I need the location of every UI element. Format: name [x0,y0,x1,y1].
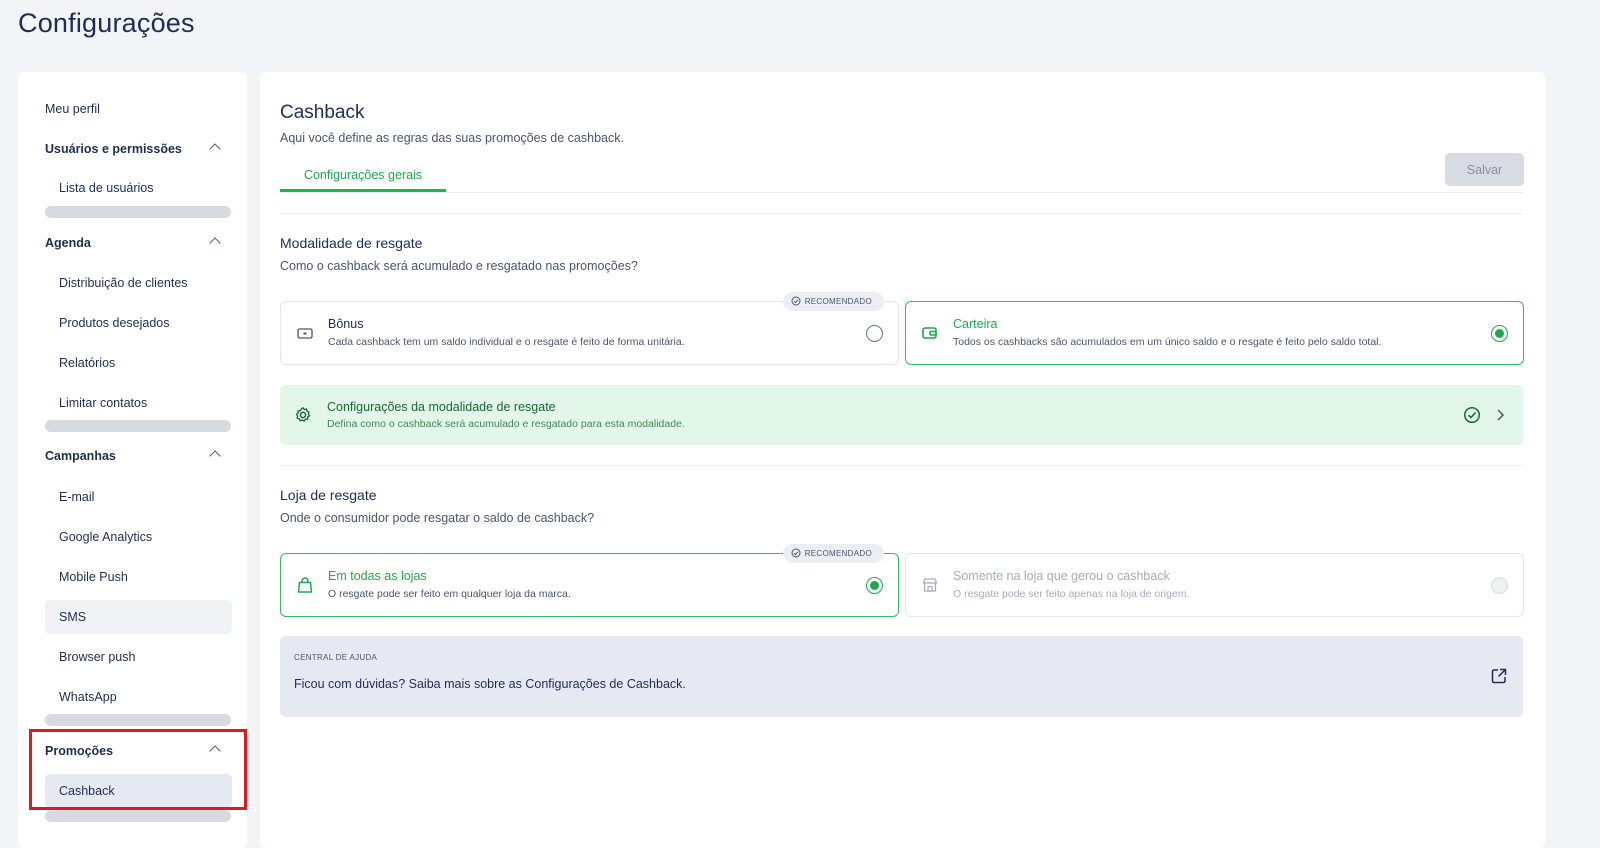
tab-divider [280,192,1523,193]
option-wallet[interactable]: Carteira Todos os cashbacks são acumulad… [905,301,1524,365]
sidebar-item-google-analytics[interactable]: Google Analytics [45,520,232,554]
sidebar-item-mobile-push[interactable]: Mobile Push [45,560,232,594]
check-circle-icon [1463,406,1481,424]
cashback-settings-panel: Cashback Aqui você define as regras das … [260,72,1545,848]
redemption-mode-title: Modalidade de resgate [280,235,423,251]
sidebar-group-agenda[interactable]: Agenda [45,236,221,250]
sidebar-item-profile[interactable]: Meu perfil [45,102,100,116]
sidebar-item-limit-contacts[interactable]: Limitar contatos [45,386,232,420]
option-bonus[interactable]: Bônus Cada cashback tem um saldo individ… [280,292,899,365]
sidebar-item-user-list[interactable]: Lista de usuários [45,171,232,205]
redemption-mode-subtitle: Como o cashback será acumulado e resgata… [280,259,638,273]
config-title: Configurações da modalidade de resgate [327,400,556,414]
radio-bonus[interactable] [866,325,883,342]
chevron-right-icon[interactable] [1495,408,1505,422]
sidebar-item-sms[interactable]: SMS [45,600,232,634]
option-title: Em todas as lojas [328,569,427,583]
sidebar-item-wanted-products[interactable]: Produtos desejados [45,306,232,340]
option-origin-store[interactable]: Somente na loja que gerou o cashback O r… [905,553,1524,617]
badge-label: RECOMENDADO [804,549,872,558]
option-description: O resgate pode ser feito em qualquer loj… [328,588,571,600]
tab-general-settings[interactable]: Configurações gerais [280,162,446,192]
sidebar-item-browser-push[interactable]: Browser push [45,640,232,674]
option-title: Bônus [328,317,364,331]
check-circle-icon [791,548,801,558]
chevron-up-icon [209,143,221,155]
sidebar-group-label: Campanhas [45,449,116,463]
help-text: Ficou com dúvidas? Saiba mais sobre as C… [294,677,686,691]
section-subtitle: Aqui você define as regras das suas prom… [280,131,624,145]
section-title: Cashback [280,102,365,123]
radio-all-stores[interactable] [866,577,883,594]
help-center-card[interactable]: CENTRAL DE AJUDA Ficou com dúvidas? Saib… [280,636,1523,717]
shopping-bag-icon [297,577,313,593]
page-title: Configurações [18,8,195,38]
option-description: Cada cashback tem um saldo individual e … [328,336,685,348]
scrollbar[interactable] [45,420,231,432]
gear-icon [295,407,311,422]
store-icon [922,578,938,592]
wallet-icon [922,327,937,339]
option-description: O resgate pode ser feito apenas na loja … [953,588,1190,600]
redemption-mode-config[interactable]: Configurações da modalidade de resgate D… [280,385,1523,445]
divider [280,213,1523,214]
redemption-store-title: Loja de resgate [280,487,377,503]
annotation-highlight-box [29,729,247,810]
chevron-up-icon [209,450,221,462]
sidebar-item-reports[interactable]: Relatórios [45,346,232,380]
option-all-stores[interactable]: Em todas as lojas O resgate pode ser fei… [280,544,899,617]
sidebar-group-label: Agenda [45,236,91,250]
badge-label: RECOMENDADO [804,297,872,306]
option-description: Todos os cashbacks são acumulados em um … [953,336,1382,348]
sidebar-item-whatsapp[interactable]: WhatsApp [45,680,232,714]
ticket-icon [297,328,313,339]
divider [280,465,1523,466]
radio-origin-store[interactable] [1491,577,1508,594]
scrollbar[interactable] [45,810,231,822]
check-circle-icon [791,296,801,306]
option-title: Carteira [953,317,998,331]
help-caption: CENTRAL DE AJUDA [294,653,378,662]
save-button[interactable]: Salvar [1445,153,1524,186]
radio-wallet[interactable] [1491,325,1508,342]
external-link-icon[interactable] [1490,667,1508,685]
sidebar-group-label: Usuários e permissões [45,142,182,156]
option-title: Somente na loja que gerou o cashback [953,569,1170,583]
sidebar-group-users[interactable]: Usuários e permissões [45,142,221,156]
chevron-up-icon [209,237,221,249]
sidebar-item-client-distribution[interactable]: Distribuição de clientes [45,266,232,300]
recommended-badge: RECOMENDADO [782,292,884,311]
sidebar-item-email[interactable]: E-mail [45,480,232,514]
redemption-store-subtitle: Onde o consumidor pode resgatar o saldo … [280,511,595,525]
scrollbar[interactable] [45,714,231,726]
config-description: Defina como o cashback será acumulado e … [327,418,685,430]
recommended-badge: RECOMENDADO [782,544,884,563]
scrollbar[interactable] [45,206,231,218]
sidebar-group-campaigns[interactable]: Campanhas [45,449,221,463]
